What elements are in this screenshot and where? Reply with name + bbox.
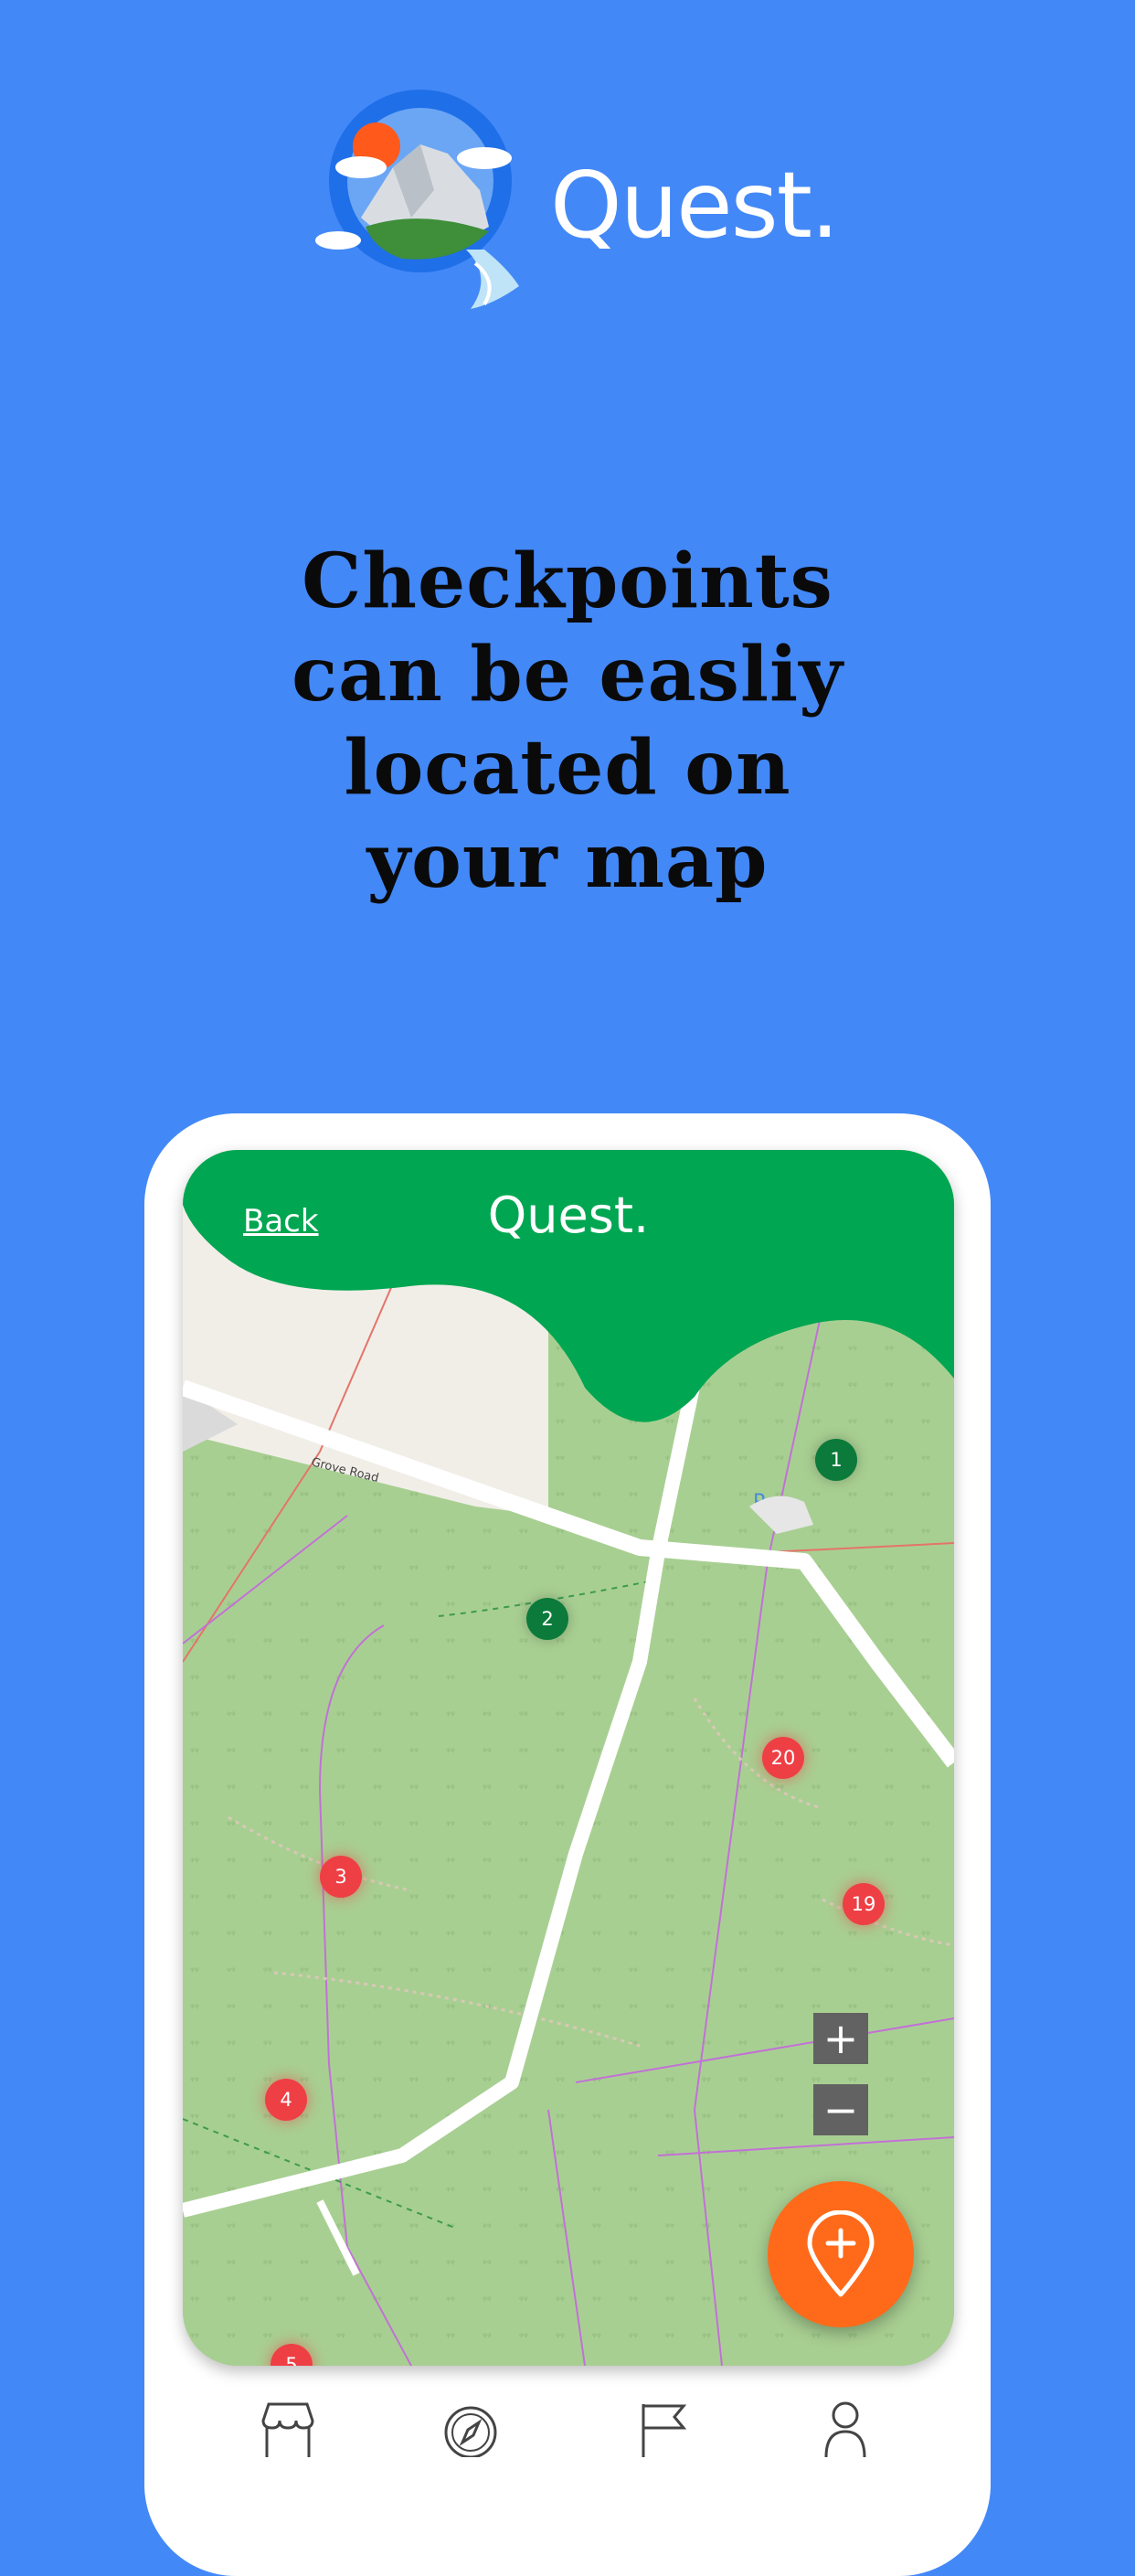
checkpoint-label: 20	[770, 1747, 796, 1769]
shop-icon[interactable]	[256, 2400, 320, 2457]
headline-line: Checkpoints	[302, 538, 833, 625]
checkpoint-label: 2	[541, 1608, 554, 1630]
checkpoint-label: 19	[851, 1893, 876, 1915]
add-location-icon	[807, 2210, 875, 2297]
add-checkpoint-button[interactable]	[768, 2181, 914, 2327]
zoom-out-button[interactable]: −	[813, 2084, 868, 2135]
headline-line: your map	[366, 817, 769, 905]
app-title: Quest.	[487, 1187, 650, 1244]
checkpoint-label: 3	[334, 1866, 347, 1888]
brand-name: Quest.	[550, 152, 840, 259]
checkpoint-marker[interactable]: 4	[265, 2079, 307, 2121]
tab-bar	[183, 2377, 954, 2457]
zoom-in-button[interactable]: +	[813, 2013, 868, 2064]
checkpoint-marker[interactable]: 3	[320, 1856, 362, 1898]
headline-line: located on	[344, 724, 791, 812]
checkpoint-label: 5	[285, 2354, 298, 2366]
profile-icon[interactable]	[813, 2400, 877, 2457]
checkpoint-marker[interactable]: 20	[762, 1737, 804, 1779]
checkpoint-marker[interactable]: 1	[815, 1439, 857, 1481]
brand-logo: Quest.	[311, 80, 859, 327]
quest-logo-icon	[315, 90, 519, 309]
flag-icon[interactable]	[631, 2400, 695, 2457]
checkpoint-label: 4	[280, 2089, 292, 2111]
checkpoint-marker[interactable]: 19	[843, 1883, 885, 1925]
headline-line: can be easliy	[292, 631, 843, 719]
compass-icon[interactable]	[439, 2400, 503, 2457]
checkpoint-marker[interactable]: 2	[526, 1598, 568, 1640]
headline: Checkpoints can be easliy located on you…	[0, 535, 1135, 908]
app-screen: ᵠᵠ P Grove Road Back	[183, 1150, 954, 2366]
checkpoint-label: 1	[830, 1449, 843, 1471]
